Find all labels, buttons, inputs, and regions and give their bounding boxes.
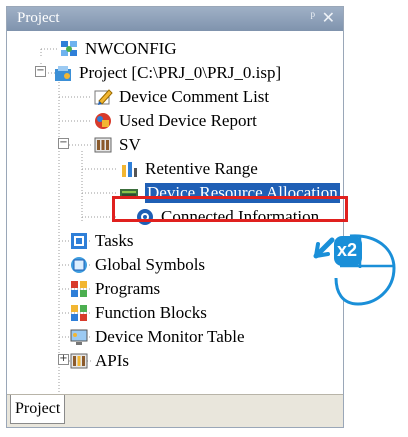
project-icon (55, 66, 71, 81)
expand-apis-toggle[interactable]: + (58, 354, 69, 365)
tree-item-label: Tasks (95, 231, 134, 250)
highlight-callout-box (112, 196, 348, 222)
comment-pencil-icon (94, 89, 113, 105)
tree-item-used-device-report[interactable]: Used Device Report (93, 109, 257, 133)
tree-item-project[interactable]: Project [C:\PRJ_0\PRJ_0.isp] (53, 61, 281, 85)
double-click-annotation: x2 (310, 228, 400, 308)
tree-item-programs[interactable]: Programs (69, 277, 160, 301)
tree-item-global-symbols[interactable]: Global Symbols (69, 253, 205, 277)
tree-item-label: Function Blocks (95, 303, 207, 322)
tree-item-label: Global Symbols (95, 255, 206, 274)
tree-item-label: Device Monitor Table (95, 327, 245, 346)
tree-item-label: Device Comment List (119, 87, 270, 106)
tree-item-apis[interactable]: APIs (69, 349, 129, 373)
pin-icon[interactable]: ᵖ (310, 9, 315, 26)
global-symbols-icon (71, 257, 87, 273)
tree-item-label: Project [C:\PRJ_0\PRJ_0.isp] (79, 63, 282, 82)
panel-title: Project (17, 10, 60, 26)
tab-project[interactable]: Project (10, 395, 66, 424)
tree-item-label: Programs (95, 279, 161, 298)
close-icon[interactable]: ✕ (322, 8, 335, 28)
panel-tab-bar: Project (7, 394, 343, 427)
monitor-icon (70, 329, 88, 345)
tree-item-label: Used Device Report (119, 111, 257, 130)
network-config-icon (61, 41, 77, 56)
function-blocks-icon (71, 305, 87, 321)
programs-icon (71, 281, 87, 297)
apis-icon (70, 353, 88, 369)
tree-item-tasks[interactable]: Tasks (69, 229, 133, 253)
retentive-range-icon (122, 162, 137, 177)
tree-item-device-monitor-table[interactable]: Device Monitor Table (69, 325, 245, 349)
double-click-badge: x2 (337, 240, 358, 260)
tree-item-nwconfig[interactable]: NWCONFIG (59, 37, 177, 61)
tree-item-label: SV (119, 135, 141, 154)
panel-titlebar: Project ᵖ ✕ (7, 7, 343, 31)
tree-item-label: APIs (95, 351, 130, 370)
collapse-sv-toggle[interactable]: − (58, 138, 69, 149)
tree-item-label: NWCONFIG (85, 39, 177, 58)
tree-item-retentive-range[interactable]: Retentive Range (119, 157, 258, 181)
tasks-icon (71, 233, 87, 249)
tab-label: Project (15, 400, 61, 417)
tree-item-label: Retentive Range (145, 159, 258, 178)
collapse-project-toggle[interactable]: − (35, 66, 46, 77)
sv-icon (94, 137, 112, 153)
tree-item-sv[interactable]: SV (93, 133, 141, 157)
tree-item-function-blocks[interactable]: Function Blocks (69, 301, 207, 325)
report-icon (95, 113, 111, 129)
tree-item-device-comment-list[interactable]: Device Comment List (93, 85, 269, 109)
